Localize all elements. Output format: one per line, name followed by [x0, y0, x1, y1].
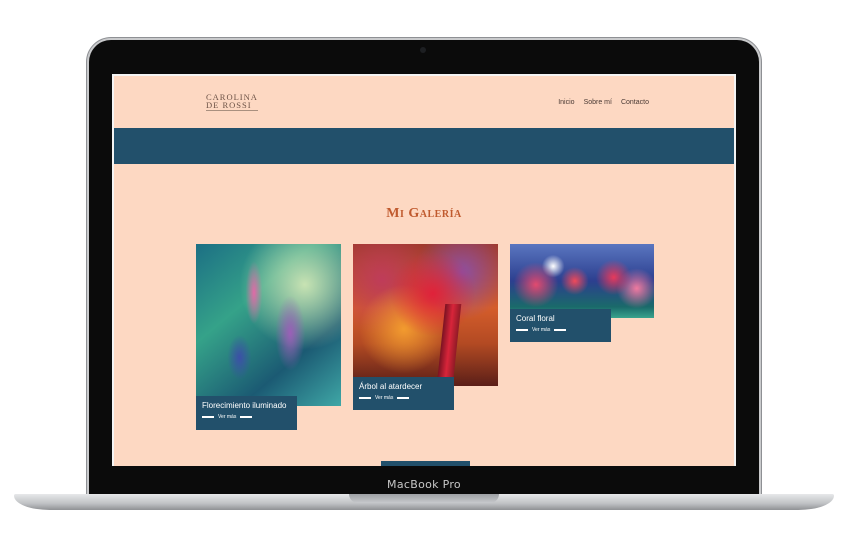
bezel-label: MacBook Pro: [387, 478, 461, 491]
nav-link-contacto[interactable]: Contacto: [621, 99, 649, 106]
divider: [202, 416, 214, 418]
nav-link-sobre-mi[interactable]: Sobre mí: [584, 99, 612, 106]
laptop-notch: [349, 494, 499, 503]
divider: [554, 329, 567, 331]
see-more-link[interactable]: Ver más: [359, 395, 448, 401]
see-more-link[interactable]: Ver más: [202, 414, 291, 420]
site-header: Carolina De Rossi Inicio Sobre mí Contac…: [114, 76, 734, 128]
divider: [516, 329, 528, 331]
card-title: Florecimiento iluminado: [202, 401, 287, 410]
main-nav: Inicio Sobre mí Contacto: [558, 99, 649, 106]
card-title: Coral floral: [516, 314, 555, 323]
card-caption-1[interactable]: Florecimiento iluminado Ver más: [196, 396, 297, 430]
nav-link-inicio[interactable]: Inicio: [558, 99, 574, 106]
camera-icon: [420, 47, 426, 53]
hero-band: [114, 128, 734, 164]
laptop-lid: Carolina De Rossi Inicio Sobre mí Contac…: [89, 40, 759, 498]
divider: [397, 397, 410, 399]
see-more-link[interactable]: Ver más: [516, 327, 605, 333]
artwork-image-2[interactable]: [353, 244, 498, 386]
footer-button[interactable]: [381, 461, 470, 466]
card-title: Árbol al atardecer: [359, 382, 423, 391]
artwork-image-1[interactable]: [196, 244, 341, 406]
card-caption-2[interactable]: Árbol al atardecer Ver más: [353, 377, 454, 410]
tree-trunk-shape: [436, 304, 462, 386]
card-caption-3[interactable]: Coral floral Ver más: [510, 309, 611, 342]
artwork-image-3[interactable]: [510, 244, 654, 318]
gallery-title: Mi Galería: [386, 206, 462, 221]
laptop-screen: Carolina De Rossi Inicio Sobre mí Contac…: [112, 74, 736, 466]
logo-line-2: De Rossi: [206, 101, 258, 111]
divider: [240, 416, 253, 418]
see-more-label: Ver más: [218, 414, 237, 420]
divider: [359, 397, 371, 399]
site-logo[interactable]: Carolina De Rossi: [206, 93, 258, 111]
see-more-label: Ver más: [532, 327, 551, 333]
see-more-label: Ver más: [375, 395, 394, 401]
